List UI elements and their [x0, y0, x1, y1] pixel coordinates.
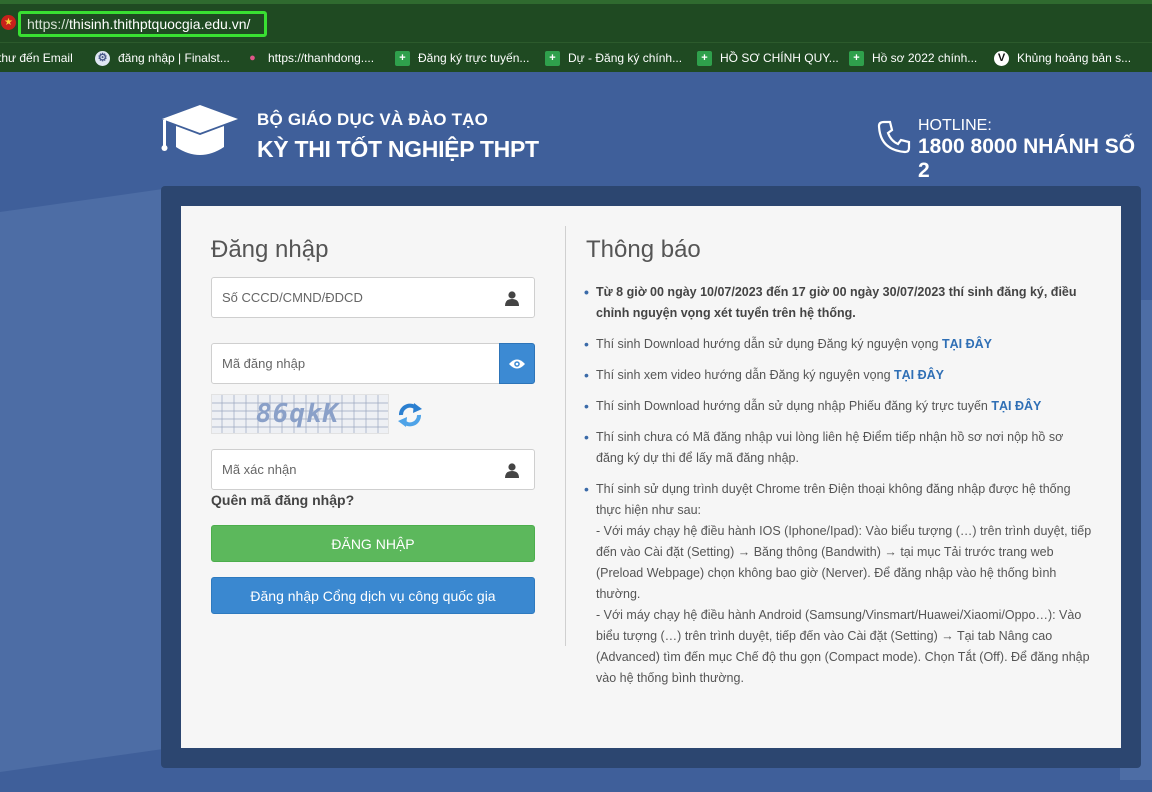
- id-number-input[interactable]: [212, 278, 482, 317]
- gear-icon: ⚙: [95, 50, 110, 66]
- bookmark-khung-hoang[interactable]: V Khủng hoảng bản s...: [994, 43, 1131, 72]
- notices-list: Từ 8 giờ 00 ngày 10/07/2023 đến 17 giờ 0…: [584, 282, 1094, 699]
- hotline-label: HOTLINE:: [918, 117, 992, 134]
- v-logo-icon: V: [994, 50, 1009, 66]
- graduation-cap-icon: [161, 105, 238, 155]
- verify-code-field: [211, 449, 535, 490]
- gov-portal-login-button[interactable]: Đăng nhập Cổng dịch vụ công quốc gia: [211, 577, 535, 614]
- ios-instructions: - Với máy chạy hệ điều hành IOS (Iphone/…: [596, 524, 1092, 601]
- url-field[interactable]: https://thisinh.thithptquocgia.edu.vn/: [18, 11, 267, 37]
- user-icon: [505, 291, 519, 306]
- hotline-number: 1800 8000 NHÁNH SỐ 2: [918, 135, 1136, 182]
- notice-item: Thí sinh Download hướng dẫn sử dụng nhập…: [584, 396, 1094, 417]
- phone-icon: [877, 120, 911, 154]
- eye-icon: [509, 359, 525, 368]
- green-plus-icon: +: [849, 50, 864, 66]
- bookmark-finalst[interactable]: ⚙ đăng nhập | Finalst...: [95, 43, 230, 72]
- url-host: thisinh.thithptquocgia.edu.vn/: [69, 16, 251, 32]
- green-plus-icon: +: [545, 50, 560, 66]
- site-favicon-icon: ★: [1, 15, 16, 30]
- url-scheme: https://: [27, 16, 70, 32]
- user-icon: [505, 463, 519, 478]
- refresh-captcha-icon[interactable]: [395, 400, 425, 430]
- notice-item: Từ 8 giờ 00 ngày 10/07/2023 đến 17 giờ 0…: [584, 282, 1094, 324]
- android-instructions: - Với máy chạy hệ điều hành Android (Sam…: [596, 608, 1090, 685]
- bookmark-email[interactable]: thư đến Email: [0, 43, 73, 72]
- id-number-field: [211, 277, 535, 318]
- forgot-code-link[interactable]: Quên mã đăng nhập?: [211, 492, 354, 508]
- bookmark-du-dang-ky[interactable]: + Dự - Đăng ký chính...: [545, 43, 682, 72]
- green-plus-icon: +: [697, 50, 712, 66]
- guide-download-link[interactable]: TẠI ĐÂY: [942, 337, 992, 351]
- bookmark-ho-so-chinh-quy[interactable]: + HỒ SƠ CHÍNH QUY...: [697, 43, 839, 72]
- verify-code-input[interactable]: [212, 450, 482, 489]
- bookmark-dang-ky[interactable]: + Đăng ký trực tuyến...: [395, 43, 529, 72]
- captcha-image: 86qkK: [211, 394, 389, 434]
- address-bar: ★ https://thisinh.thithptquocgia.edu.vn/: [0, 0, 1152, 42]
- bookmark-ho-so-2022[interactable]: + Hồ sơ 2022 chính...: [849, 43, 977, 72]
- bg-decoration: [0, 188, 170, 772]
- captcha-text: 86qkK: [256, 399, 340, 429]
- login-title: Đăng nhập: [211, 236, 329, 263]
- login-code-input[interactable]: [212, 344, 492, 383]
- notices-title: Thông báo: [586, 236, 701, 263]
- login-button[interactable]: ĐĂNG NHẬP: [211, 525, 535, 562]
- ghost-icon: ●: [249, 51, 256, 64]
- notice-item: Thí sinh xem video hướng dẫn Đăng ký ngu…: [584, 365, 1094, 386]
- video-guide-link[interactable]: TẠI ĐÂY: [894, 368, 944, 382]
- notice-item: Thí sinh chưa có Mã đăng nhập vui lòng l…: [584, 427, 1094, 469]
- online-form-guide-link[interactable]: TẠI ĐÂY: [991, 399, 1041, 413]
- column-divider: [565, 226, 566, 646]
- org-name: BỘ GIÁO DỤC VÀ ĐÀO TẠO: [257, 110, 489, 129]
- show-password-button[interactable]: [499, 343, 535, 384]
- bookmarks-bar: thư đến Email ⚙ đăng nhập | Finalst... ●…: [0, 42, 1152, 72]
- green-plus-icon: +: [395, 50, 410, 66]
- login-code-field: [211, 343, 500, 384]
- notice-item: Thí sinh Download hướng dẫn sử dụng Đăng…: [584, 334, 1094, 355]
- exam-name: KỲ THI TỐT NGHIỆP THPT: [257, 136, 539, 162]
- notice-item: Thí sinh sử dụng trình duyệt Chrome trên…: [584, 479, 1094, 689]
- bookmark-thanhdong[interactable]: ● https://thanhdong....: [245, 43, 374, 72]
